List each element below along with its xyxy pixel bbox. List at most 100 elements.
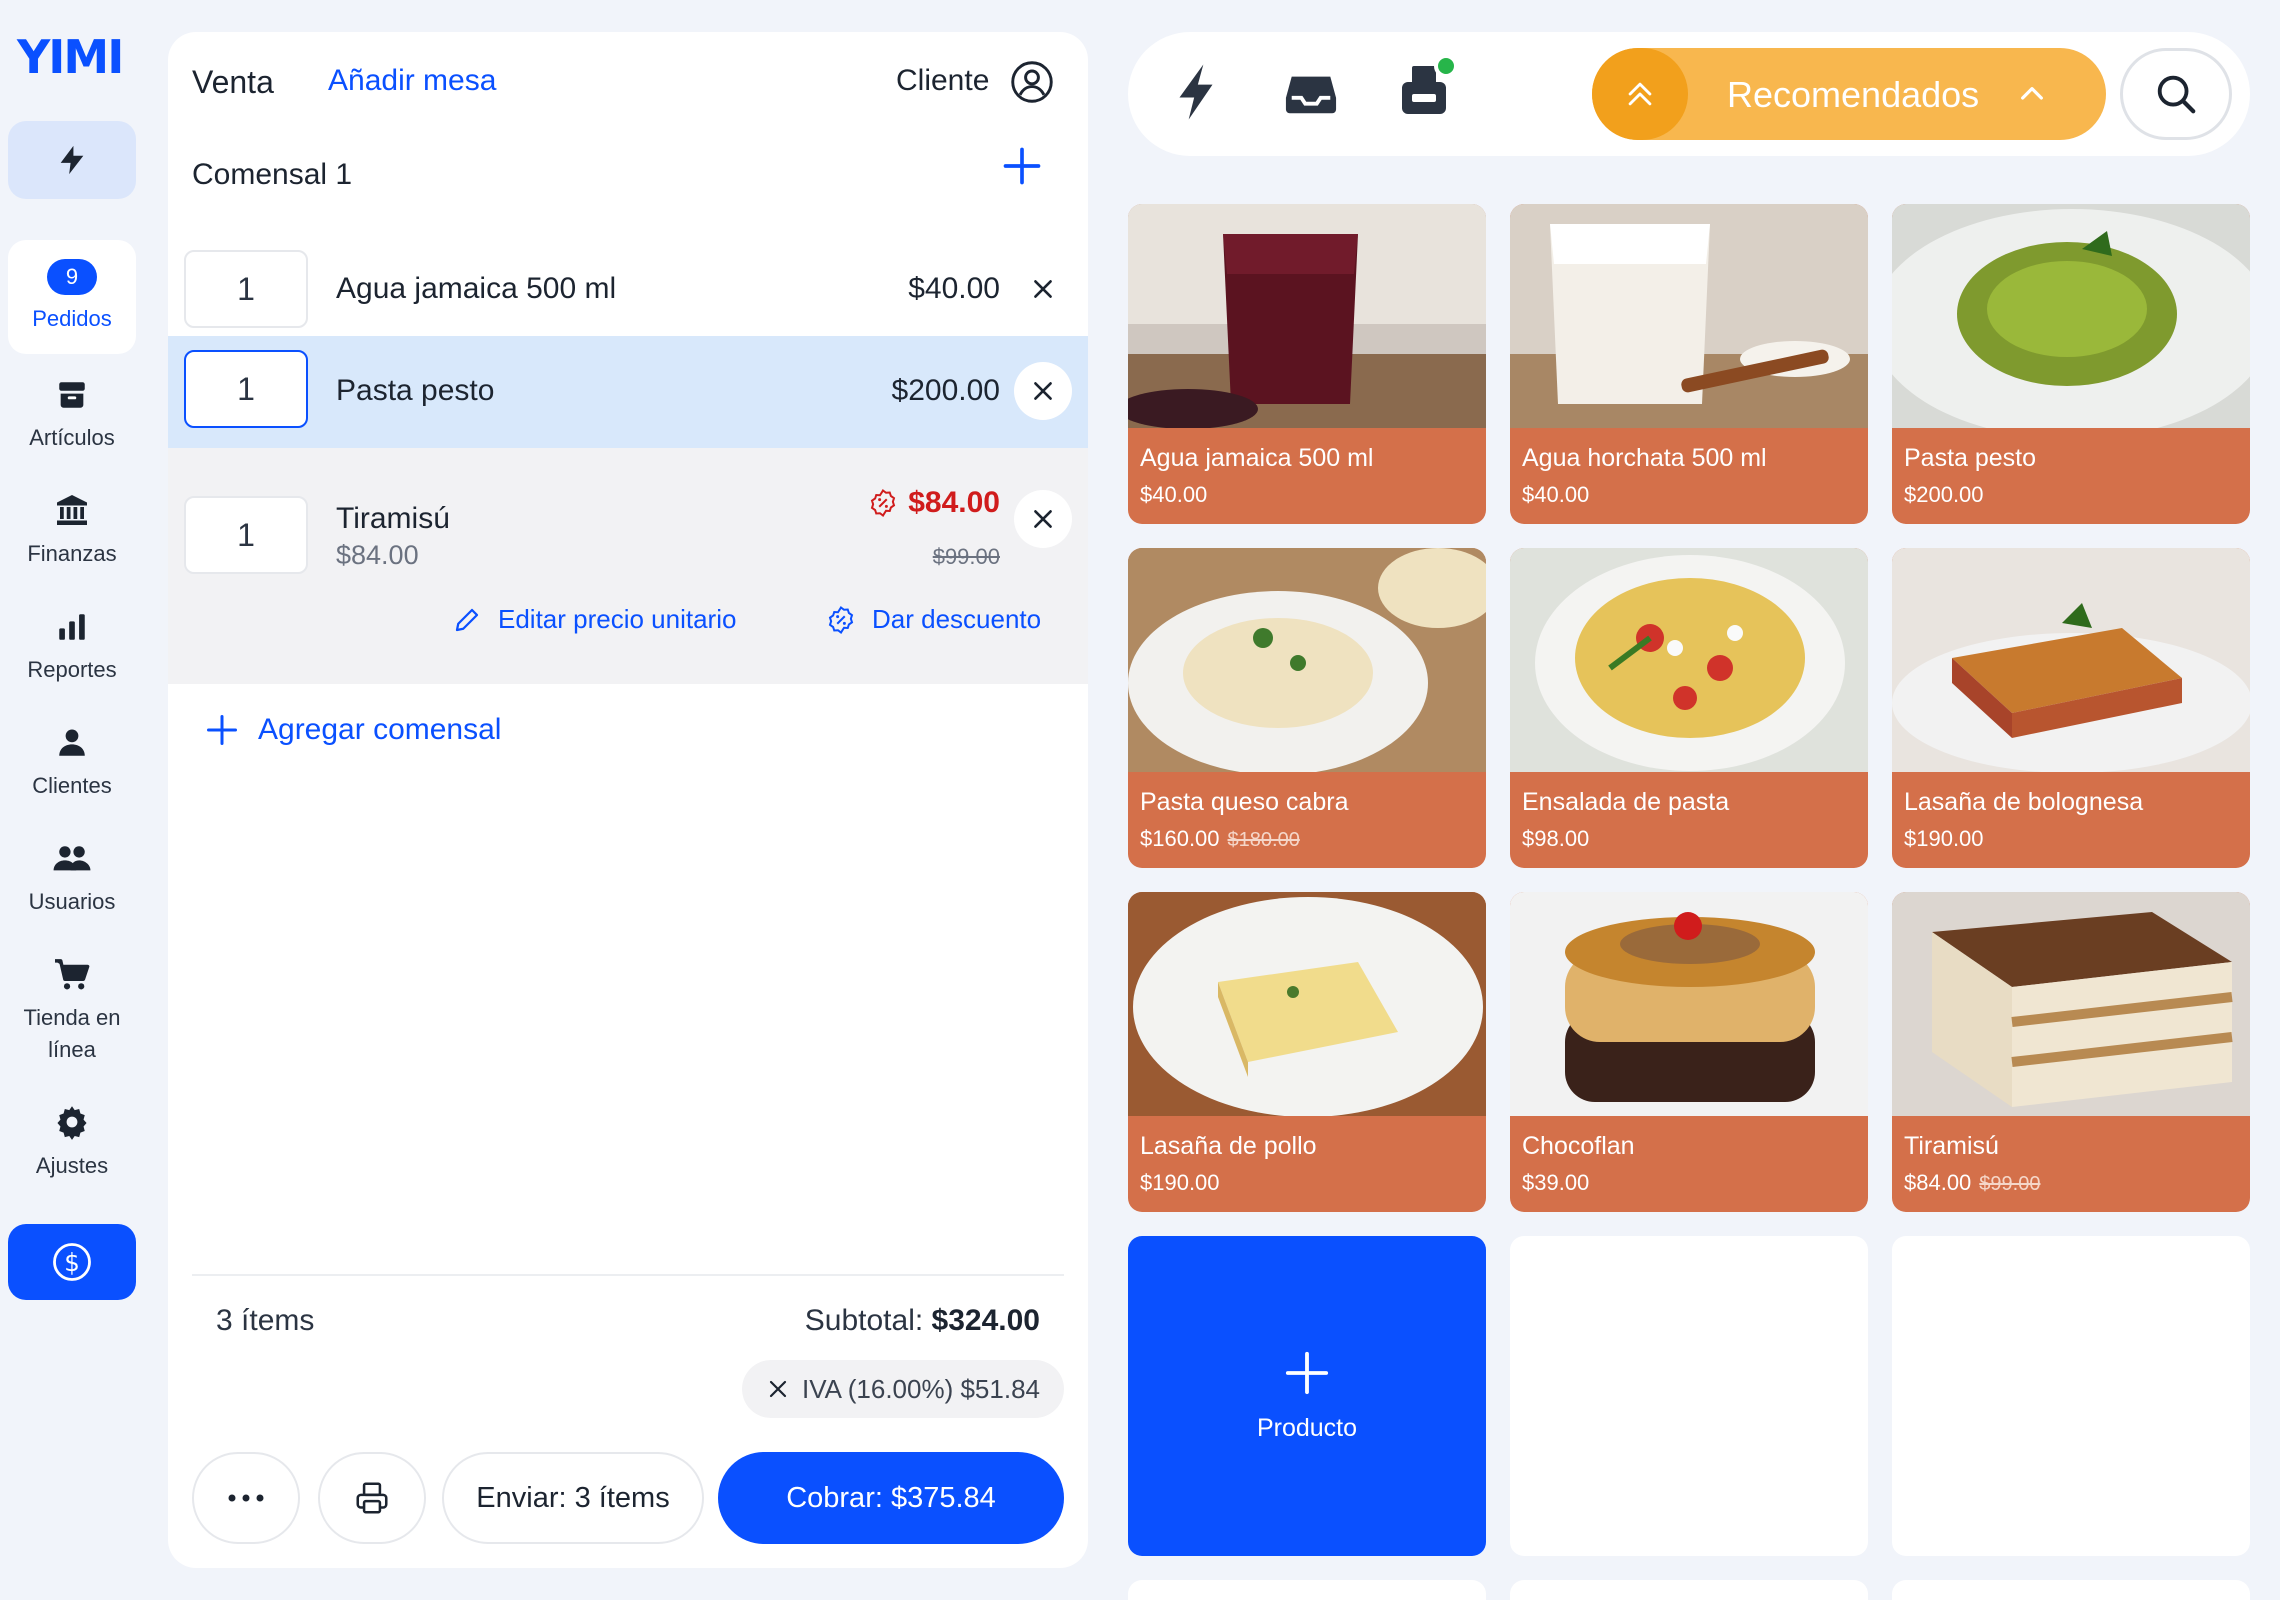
product-price: $40.00	[1140, 482, 1208, 507]
product-image	[1510, 892, 1868, 1116]
payment-button[interactable]: $	[8, 1224, 136, 1300]
product-price: $190.00	[1904, 826, 1984, 851]
item-count: 3 ítems	[216, 1304, 315, 1337]
sidebar-item-tienda[interactable]: Tienda en línea	[8, 952, 136, 1066]
edit-unit-price-label: Editar precio unitario	[498, 604, 737, 634]
sidebar-item-ajustes[interactable]: Ajustes	[8, 1100, 136, 1182]
order-line-selected[interactable]: 1 Pasta pesto $200.00	[168, 336, 1088, 448]
sidebar-item-reportes[interactable]: Reportes	[8, 604, 136, 686]
product-price: $40.00	[1522, 482, 1590, 507]
search-button[interactable]	[2120, 48, 2232, 140]
bar-chart-icon	[59, 614, 85, 640]
product-price: $84.00 $99.00	[1904, 1170, 2041, 1195]
line-name: Tiramisú	[336, 502, 450, 535]
close-icon	[1034, 510, 1052, 528]
recommended-filter[interactable]: Recomendados	[1592, 48, 2106, 140]
users-group-icon	[53, 846, 91, 871]
client-button[interactable]	[1010, 60, 1054, 109]
search-icon	[2157, 75, 2196, 114]
kitchen-orders-button[interactable]	[1396, 54, 1458, 123]
product-card[interactable]: Agua jamaica 500 ml $40.00	[1128, 204, 1486, 524]
sidebar-item-label: Reportes	[27, 657, 117, 682]
send-items-button[interactable]: Enviar: 3 ítems	[442, 1452, 704, 1544]
quick-mode-button[interactable]	[1174, 62, 1218, 127]
order-line[interactable]: 1 Agua jamaica 500 ml $40.00	[168, 240, 1088, 340]
product-image	[1892, 892, 2250, 1116]
plus-icon	[1003, 147, 1041, 185]
quantity-field[interactable]: 1	[184, 250, 308, 328]
close-icon	[1034, 280, 1052, 298]
empty-slot	[1510, 1580, 1868, 1600]
tax-chip[interactable]: IVA (16.00%) $51.84	[741, 1360, 1064, 1418]
printer-status-icon	[1402, 54, 1458, 114]
product-image	[1892, 204, 2250, 428]
close-icon	[1034, 382, 1052, 400]
plus-icon	[207, 715, 237, 745]
quick-sale-button[interactable]	[8, 121, 136, 199]
product-card[interactable]: Lasaña de bolognesa $190.00	[1892, 548, 2250, 868]
product-name: Lasaña de pollo	[1140, 1132, 1317, 1160]
recommended-dropdown[interactable]	[2016, 78, 2048, 115]
product-card[interactable]: Agua horchata 500 ml $40.00	[1510, 204, 1868, 524]
subtotal-value: $324.00	[931, 1304, 1040, 1337]
sidebar-item-pedidos[interactable]: 9 Pedidos	[8, 240, 136, 354]
remove-line-button[interactable]	[1014, 260, 1072, 318]
add-product-button[interactable]: Producto	[1128, 1236, 1486, 1556]
user-icon	[59, 729, 85, 756]
product-card[interactable]: Lasaña de pollo $190.00	[1128, 892, 1486, 1212]
product-name: Ensalada de pasta	[1522, 788, 1730, 816]
more-options-button[interactable]	[192, 1452, 300, 1544]
edit-unit-price-button[interactable]: Editar precio unitario	[452, 604, 736, 635]
add-item-to-diner-button[interactable]	[1000, 144, 1044, 193]
dollar-circle-icon: $	[53, 1243, 91, 1281]
sidebar-item-label: Finanzas	[27, 541, 117, 566]
quantity-field[interactable]: 1	[184, 496, 308, 574]
sidebar-item-clientes[interactable]: Clientes	[8, 720, 136, 802]
sidebar-item-label: Pedidos	[32, 306, 112, 331]
sidebar-item-label: Artículos	[29, 425, 115, 450]
line-price: $200.00	[891, 374, 1000, 407]
product-name: Chocoflan	[1522, 1132, 1635, 1160]
orders-count-badge: 9	[47, 259, 97, 295]
quantity-field[interactable]: 1	[184, 350, 308, 428]
inbox-button[interactable]	[1284, 70, 1338, 123]
sidebar-item-usuarios[interactable]: Usuarios	[8, 836, 136, 918]
line-price: $84.00	[908, 486, 1000, 519]
printer-icon	[356, 1482, 388, 1514]
sidebar-item-articulos[interactable]: Artículos	[8, 372, 136, 454]
give-discount-button[interactable]: Dar descuento	[826, 604, 1041, 635]
discounted-price: $84.00	[868, 486, 1000, 520]
sidebar-item-label: Tienda en línea	[23, 1005, 121, 1062]
discount-badge-icon	[828, 605, 854, 634]
order-line-expanded[interactable]: 1 Tiramisú $84.00 $84.00 $99.00 Editar p…	[168, 448, 1088, 684]
line-price: $40.00	[908, 272, 1000, 305]
client-label[interactable]: Cliente	[896, 64, 989, 98]
discount-badge-icon	[871, 489, 896, 517]
lightning-icon	[1179, 64, 1213, 120]
add-product-label: Producto	[1256, 1413, 1358, 1442]
product-card[interactable]: Tiramisú $84.00 $99.00	[1892, 892, 2250, 1212]
user-circle-icon	[1011, 61, 1053, 103]
sidebar-item-finanzas[interactable]: Finanzas	[8, 488, 136, 570]
product-card[interactable]: Pasta pesto $200.00	[1892, 204, 2250, 524]
tax-label: IVA (16.00%) $51.84	[801, 1373, 1040, 1404]
add-table-link[interactable]: Añadir mesa	[328, 64, 496, 98]
remove-line-button[interactable]	[1014, 490, 1072, 548]
product-card[interactable]: Pasta queso cabra $160.00 $180.00	[1128, 548, 1486, 868]
product-image	[1510, 204, 1868, 428]
product-price: $39.00	[1522, 1170, 1590, 1195]
plus-icon	[1285, 1351, 1329, 1394]
charge-button[interactable]: Cobrar: $375.84	[718, 1452, 1064, 1544]
print-button[interactable]	[318, 1452, 426, 1544]
line-name: Pasta pesto	[336, 374, 495, 407]
product-name: Tiramisú	[1904, 1132, 1999, 1160]
recommended-toggle[interactable]	[1592, 48, 1688, 140]
line-name: Agua jamaica 500 ml	[336, 272, 617, 305]
remove-line-button[interactable]	[1014, 362, 1072, 420]
product-card[interactable]: Chocoflan $39.00	[1510, 892, 1868, 1212]
add-diner-button[interactable]: Agregar comensal	[204, 712, 501, 748]
product-image	[1128, 892, 1486, 1116]
sidebar-item-label: Clientes	[32, 773, 112, 798]
app-logo: YIMI	[17, 30, 124, 84]
product-card[interactable]: Ensalada de pasta $98.00	[1510, 548, 1868, 868]
